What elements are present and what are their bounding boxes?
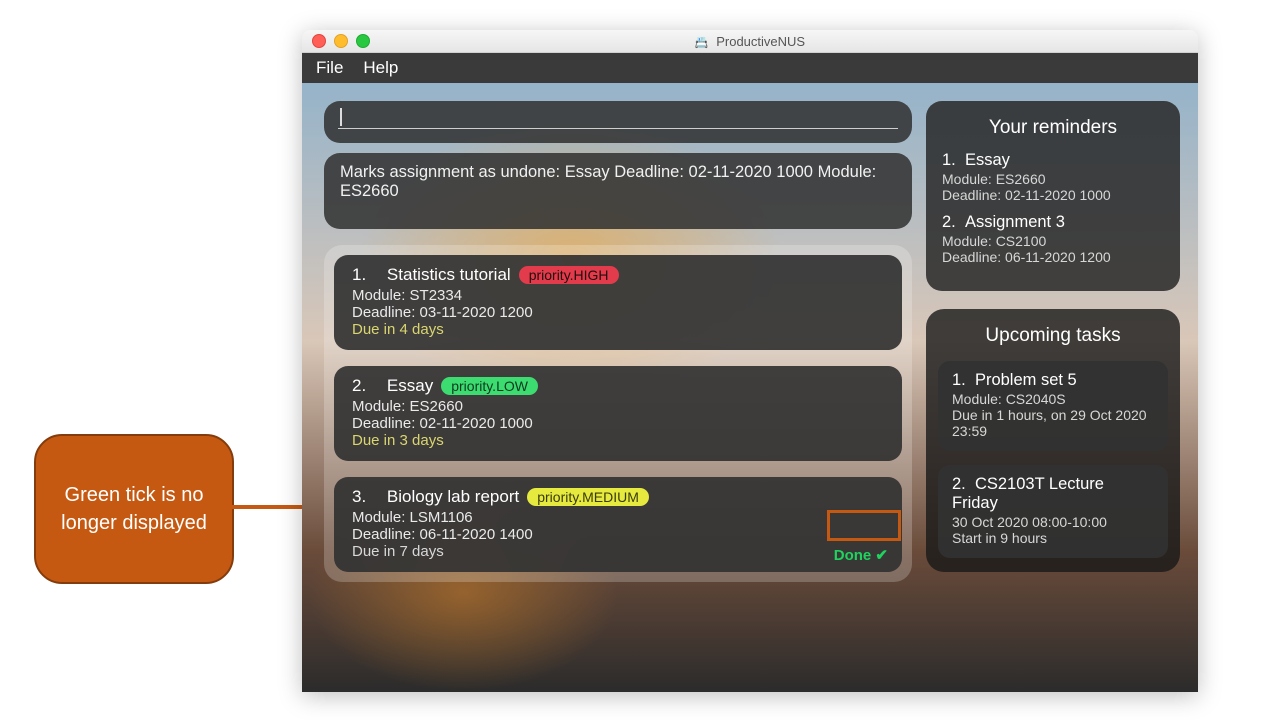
menu-help[interactable]: Help	[363, 58, 398, 78]
reminder-module: Module: CS2100	[942, 233, 1164, 249]
status-panel: Marks assignment as undone: Essay Deadli…	[324, 153, 912, 229]
app-icon: 📇	[695, 37, 709, 49]
reminder-deadline: Deadline: 02-11-2020 1000	[942, 187, 1164, 203]
reminders-title: Your reminders	[942, 117, 1164, 139]
upcoming-item[interactable]: 1. Problem set 5 Module: CS2040S Due in …	[938, 361, 1168, 451]
window-title: 📇 ProductiveNUS	[302, 34, 1198, 49]
upcoming-line2: Due in 1 hours, on 29 Oct 2020 23:59	[952, 407, 1154, 439]
upcoming-line1: 30 Oct 2020 08:00-10:00	[952, 514, 1154, 530]
task-due: Due in 4 days	[352, 321, 884, 338]
app-window: 📇 ProductiveNUS File Help Marks assignme…	[302, 30, 1198, 692]
priority-badge: priority.MEDIUM	[527, 488, 649, 506]
reminder-name: Assignment 3	[965, 213, 1065, 231]
task-index: 2.	[352, 376, 366, 396]
task-list: 1. Statistics tutorial priority.HIGH Mod…	[324, 245, 912, 582]
command-input[interactable]	[338, 128, 898, 129]
reminder-index: 1.	[942, 151, 956, 169]
reminders-panel: Your reminders 1. Essay Module: ES2660 D…	[926, 101, 1180, 291]
upcoming-index: 1.	[952, 371, 966, 389]
task-deadline: Deadline: 03-11-2020 1200	[352, 304, 884, 321]
upcoming-line2: Start in 9 hours	[952, 530, 1154, 546]
reminder-item[interactable]: 1. Essay Module: ES2660 Deadline: 02-11-…	[942, 151, 1164, 203]
upcoming-line1: Module: CS2040S	[952, 391, 1154, 407]
task-index: 1.	[352, 265, 366, 285]
reminder-deadline: Deadline: 06-11-2020 1200	[942, 249, 1164, 265]
annotation-callout-text: Green tick is no longer displayed	[40, 481, 228, 537]
upcoming-item[interactable]: 2. CS2103T Lecture Friday 30 Oct 2020 08…	[938, 465, 1168, 558]
upcoming-title: Upcoming tasks	[938, 325, 1168, 347]
task-index: 3.	[352, 487, 366, 507]
task-module: Module: LSM1106	[352, 509, 884, 526]
task-card[interactable]: 3. Biology lab report priority.MEDIUM Mo…	[334, 477, 902, 572]
reminder-index: 2.	[942, 213, 956, 231]
status-text: Marks assignment as undone: Essay Deadli…	[340, 163, 876, 200]
command-input-panel	[324, 101, 912, 143]
menubar: File Help	[302, 53, 1198, 83]
upcoming-name: Problem set 5	[975, 371, 1077, 389]
priority-badge: priority.LOW	[441, 377, 538, 395]
upcoming-name: CS2103T Lecture Friday	[952, 475, 1104, 512]
task-due: Due in 7 days	[352, 543, 884, 560]
annotation-arrow-shaft	[224, 505, 310, 509]
task-module: Module: ES2660	[352, 398, 884, 415]
window-title-text: ProductiveNUS	[716, 34, 805, 49]
titlebar: 📇 ProductiveNUS	[302, 30, 1198, 53]
task-name: Essay	[387, 376, 433, 396]
left-column: Marks assignment as undone: Essay Deadli…	[324, 101, 912, 582]
upcoming-panel: Upcoming tasks 1. Problem set 5 Module: …	[926, 309, 1180, 572]
reminder-name: Essay	[965, 151, 1010, 169]
menu-file[interactable]: File	[316, 58, 343, 78]
done-indicator: Done ✔	[834, 546, 888, 564]
reminder-item[interactable]: 2. Assignment 3 Module: CS2100 Deadline:…	[942, 213, 1164, 265]
task-due: Due in 3 days	[352, 432, 884, 449]
task-card[interactable]: 1. Statistics tutorial priority.HIGH Mod…	[334, 255, 902, 350]
right-column: Your reminders 1. Essay Module: ES2660 D…	[926, 101, 1180, 572]
task-deadline: Deadline: 02-11-2020 1000	[352, 415, 884, 432]
priority-badge: priority.HIGH	[519, 266, 619, 284]
annotation-callout: Green tick is no longer displayed	[34, 434, 234, 584]
task-deadline: Deadline: 06-11-2020 1400	[352, 526, 884, 543]
task-name: Biology lab report	[387, 487, 519, 507]
app-body: File Help Marks assignment as undone: Es…	[302, 53, 1198, 692]
task-module: Module: ST2334	[352, 287, 884, 304]
task-name: Statistics tutorial	[387, 265, 511, 285]
task-card[interactable]: 2. Essay priority.LOW Module: ES2660 Dea…	[334, 366, 902, 461]
upcoming-index: 2.	[952, 475, 966, 493]
text-cursor	[340, 108, 342, 126]
reminder-module: Module: ES2660	[942, 171, 1164, 187]
